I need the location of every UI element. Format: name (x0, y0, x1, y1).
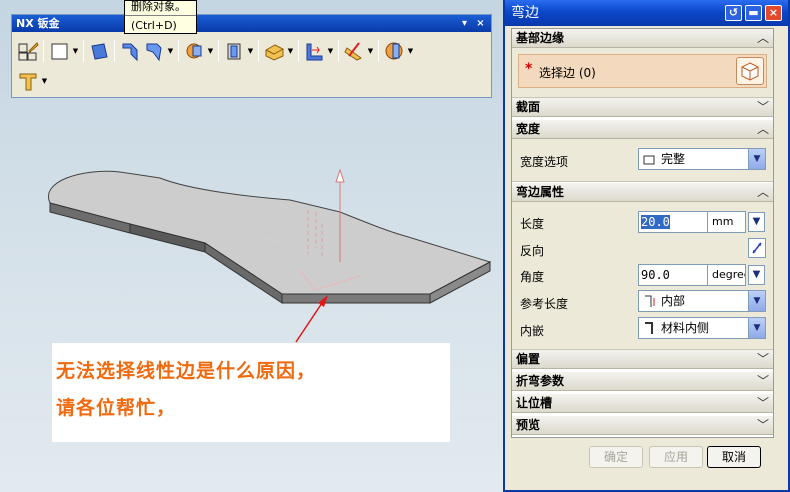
apply-button[interactable]: 应用 (649, 446, 703, 468)
required-mark: * (525, 61, 533, 77)
dialog-titlebar[interactable]: 弯边 ↺ ▬ × (505, 0, 788, 26)
chevron-down-icon[interactable]: ▼ (748, 149, 765, 169)
section-flange-properties[interactable]: 弯边属性 ︿ (512, 183, 773, 202)
length-label: 长度 (520, 217, 545, 231)
hem-dropdown-icon[interactable]: ▼ (286, 39, 295, 63)
cancel-button[interactable]: 取消 (707, 446, 761, 468)
chevron-down-icon[interactable]: ▼ (748, 318, 765, 338)
width-option-select[interactable]: 完整 ▼ (638, 148, 766, 170)
tooltip-text: 删除对象。 (131, 0, 186, 13)
sketch-icon[interactable] (16, 39, 40, 63)
expand-icon[interactable]: ﹀ (757, 98, 769, 117)
select-edge-cube-icon[interactable] (736, 57, 764, 85)
convert-dropdown-icon[interactable]: ▼ (40, 69, 49, 93)
contour-flange-icon[interactable] (118, 39, 142, 63)
angle-label: 角度 (520, 270, 545, 284)
select-edge-label: 选择边 (0) (539, 66, 596, 80)
inset-label: 内嵌 (520, 324, 545, 338)
width-body: 宽度选项 完整 ▼ (512, 139, 773, 182)
inner-reference-icon (643, 294, 657, 314)
tooltip-shortcut: (Ctrl+D) (131, 19, 177, 32)
toolbar-close-icon[interactable]: × (474, 17, 487, 30)
flange-dialog: 弯边 ↺ ▬ × 基部边缘 ︿ * 选择边 (0) 截面 ﹀ 宽度 ︿ 宽度选项… (503, 0, 790, 492)
angle-unit-dropdown-icon[interactable]: ▼ (748, 265, 765, 285)
section-width[interactable]: 宽度 ︿ (512, 120, 773, 139)
flange-properties-body: 长度 20.0 mm ▼ 反向 角度 90.0 degree ▼ 参考长度 内部… (512, 202, 773, 350)
unbend-dropdown-icon[interactable]: ▼ (366, 39, 375, 63)
tab-icon[interactable] (47, 39, 71, 63)
toolbar-title: NX 钣金 (16, 17, 60, 30)
width-option-label: 宽度选项 (520, 155, 569, 169)
annotation-line-1: 无法选择线性边是什么原因， (56, 360, 317, 382)
annotation-box: 无法选择线性边是什么原因， 请各位帮忙， (52, 343, 450, 442)
section-bend-params[interactable]: 折弯参数 ﹀ (512, 372, 773, 391)
minimize-icon[interactable]: ▬ (745, 5, 762, 21)
ok-button[interactable]: 确定 (589, 446, 643, 468)
length-unit[interactable]: mm (708, 211, 746, 233)
length-unit-dropdown-icon[interactable]: ▼ (748, 212, 765, 232)
jog-icon[interactable] (222, 39, 246, 63)
section-offset[interactable]: 偏置 ﹀ (512, 350, 773, 369)
delete-tooltip: 删除对象。 (Ctrl+D) (124, 0, 197, 34)
close-icon[interactable]: × (765, 5, 782, 21)
expand-icon[interactable]: ﹀ (757, 416, 769, 435)
chevron-down-icon[interactable]: ▼ (748, 291, 765, 311)
hem-flange-icon[interactable] (262, 39, 286, 63)
angle-unit[interactable]: degree (708, 264, 746, 286)
section-preview[interactable]: 预览 ﹀ (512, 416, 773, 435)
collapse-icon[interactable]: ︿ (757, 29, 769, 48)
section-cross-section[interactable]: 截面 ﹀ (512, 98, 773, 117)
dialog-title: 弯边 (511, 5, 539, 21)
flange-dropdown-icon[interactable]: ▼ (166, 39, 175, 63)
expand-icon[interactable]: ﹀ (757, 394, 769, 413)
ref-length-label: 参考长度 (520, 297, 569, 311)
toolbar-options-icon[interactable]: ▾ (458, 17, 471, 30)
expand-icon[interactable]: ﹀ (757, 350, 769, 369)
section-base-edge[interactable]: 基部边缘 ︿ (512, 29, 773, 48)
part-top-face[interactable] (47, 170, 492, 295)
bend-icon[interactable] (182, 39, 206, 63)
convert-sheet-metal-icon[interactable] (16, 69, 40, 93)
flange-icon[interactable] (87, 39, 111, 63)
linear-edge-face[interactable] (281, 293, 431, 304)
lofted-flange-icon[interactable] (142, 39, 166, 63)
section-relief[interactable]: 让位槽 ﹀ (512, 394, 773, 413)
select-edge-row[interactable]: * 选择边 (0) (518, 54, 767, 88)
toolbar-titlebar[interactable]: NX 钣金 ▾ × (12, 15, 491, 32)
solid-punch-icon[interactable] (382, 39, 406, 63)
rectangle-icon (643, 152, 655, 172)
punch-dropdown-icon[interactable]: ▼ (406, 39, 415, 63)
jog-dropdown-icon[interactable]: ▼ (246, 39, 255, 63)
annotation-line-2: 请各位帮忙， (56, 397, 177, 419)
inset-select[interactable]: 材料内侧 ▼ (638, 317, 766, 339)
collapse-icon[interactable]: ︿ (757, 120, 769, 139)
dialog-body: 基部边缘 ︿ * 选择边 (0) 截面 ﹀ 宽度 ︿ 宽度选项 完整 ▼ 弯边属… (511, 28, 774, 438)
reverse-direction-icon[interactable] (748, 238, 766, 258)
gusset-icon[interactable] (302, 39, 326, 63)
angle-input[interactable]: 90.0 (638, 264, 708, 286)
reverse-label: 反向 (520, 244, 545, 258)
collapse-icon[interactable]: ︿ (757, 183, 769, 202)
tab-dropdown-icon[interactable]: ▼ (71, 39, 80, 63)
dialog-button-bar: 确定 应用 取消 (505, 442, 788, 470)
gusset-dropdown-icon[interactable]: ▼ (326, 39, 335, 63)
length-input[interactable]: 20.0 (638, 211, 708, 233)
unbend-icon[interactable] (342, 39, 366, 63)
expand-icon[interactable]: ﹀ (757, 372, 769, 391)
ref-length-select[interactable]: 内部 ▼ (638, 290, 766, 312)
bend-dropdown-icon[interactable]: ▼ (206, 39, 215, 63)
material-inside-icon (643, 321, 657, 341)
nx-sheet-metal-toolbar: NX 钣金 ▾ × ▼ ▼ ▼ ▼ ▼ ▼ ▼ ▼ ▼ (11, 14, 492, 98)
base-edge-body: * 选择边 (0) (512, 48, 773, 98)
reset-icon[interactable]: ↺ (725, 5, 742, 21)
